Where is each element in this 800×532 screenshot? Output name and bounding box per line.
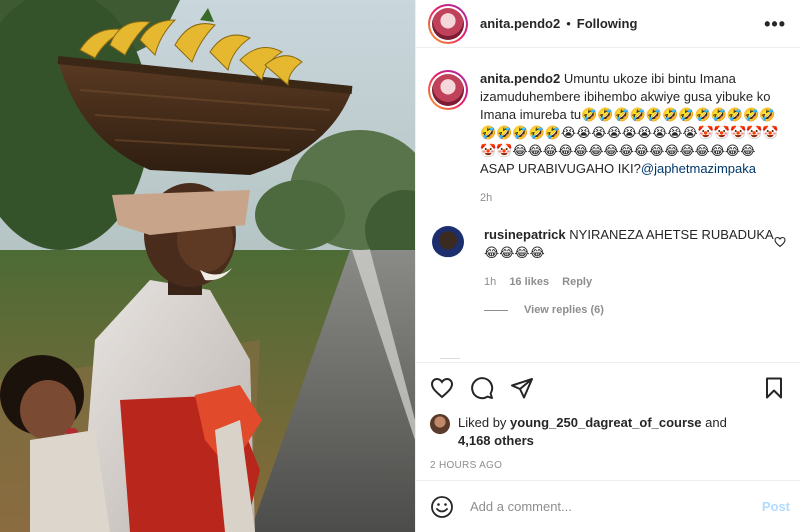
others-count[interactable]: 4,168 others bbox=[458, 433, 534, 448]
comment-likes[interactable]: 16 likes bbox=[509, 276, 549, 288]
bookmark-icon[interactable] bbox=[762, 376, 786, 400]
commenter-avatar[interactable] bbox=[432, 226, 464, 258]
comment-time: 1h bbox=[484, 276, 497, 288]
author-username[interactable]: anita.pendo2 bbox=[480, 16, 560, 31]
comment-icon[interactable] bbox=[470, 376, 494, 400]
comment-meta: 1h 16 likes Reply bbox=[484, 276, 774, 288]
reply-button[interactable]: Reply bbox=[562, 276, 592, 288]
comment-text: rusinepatrick NYIRANEZA AHETSE RUBADUKA … bbox=[484, 226, 774, 262]
instagram-post: anita.pendo2 • Following ••• anita.pendo… bbox=[0, 0, 800, 532]
liked-by-label: Liked by bbox=[458, 415, 507, 430]
likes-text: Liked by young_250_dagreat_of_course and… bbox=[458, 414, 727, 450]
caption-avatar[interactable] bbox=[428, 70, 468, 110]
mention-link[interactable]: @japhetmazimpaka bbox=[641, 161, 756, 176]
caption-meta: 2h bbox=[480, 192, 786, 204]
post-comment-button[interactable]: Post bbox=[762, 499, 790, 514]
smiley-icon[interactable] bbox=[430, 495, 454, 519]
author-avatar[interactable] bbox=[428, 3, 468, 44]
liker-avatar[interactable] bbox=[430, 414, 450, 434]
add-comment-bar: Post bbox=[416, 480, 800, 532]
next-comment-peek bbox=[440, 358, 460, 362]
separator-dot: • bbox=[566, 16, 571, 31]
post-header: anita.pendo2 • Following ••• bbox=[416, 0, 800, 48]
post-photo[interactable] bbox=[0, 0, 415, 532]
post-timestamp[interactable]: 2 HOURS AGO bbox=[416, 452, 800, 480]
likes-summary: Liked by young_250_dagreat_of_course and… bbox=[416, 412, 800, 452]
comment-item: rusinepatrick NYIRANEZA AHETSE RUBADUKA … bbox=[428, 226, 786, 288]
action-bar bbox=[416, 362, 800, 412]
caption-username[interactable]: anita.pendo2 bbox=[480, 71, 560, 86]
liker-username[interactable]: young_250_dagreat_of_course bbox=[510, 415, 701, 430]
more-options-icon[interactable]: ••• bbox=[764, 15, 786, 33]
caption-text: anita.pendo2 Umuntu ukoze ibi bintu Iman… bbox=[480, 70, 786, 178]
post-image bbox=[0, 0, 415, 532]
likes-joiner: and bbox=[705, 415, 727, 430]
view-replies-line bbox=[484, 309, 508, 311]
caption: anita.pendo2 Umuntu ukoze ibi bintu Iman… bbox=[428, 70, 786, 204]
comment-username[interactable]: rusinepatrick bbox=[484, 227, 566, 242]
heart-icon[interactable] bbox=[430, 376, 454, 400]
caption-time: 2h bbox=[480, 192, 493, 204]
post-side-panel: anita.pendo2 • Following ••• anita.pendo… bbox=[415, 0, 800, 532]
view-replies-label: View replies (6) bbox=[524, 304, 604, 316]
comment-input[interactable] bbox=[470, 499, 762, 514]
comment-like-heart-icon[interactable] bbox=[774, 236, 786, 248]
following-button[interactable]: Following bbox=[577, 16, 638, 31]
comments-area[interactable]: anita.pendo2 Umuntu ukoze ibi bintu Iman… bbox=[416, 48, 800, 362]
paper-plane-icon[interactable] bbox=[510, 376, 534, 400]
view-replies-button[interactable]: View replies (6) bbox=[484, 304, 786, 316]
